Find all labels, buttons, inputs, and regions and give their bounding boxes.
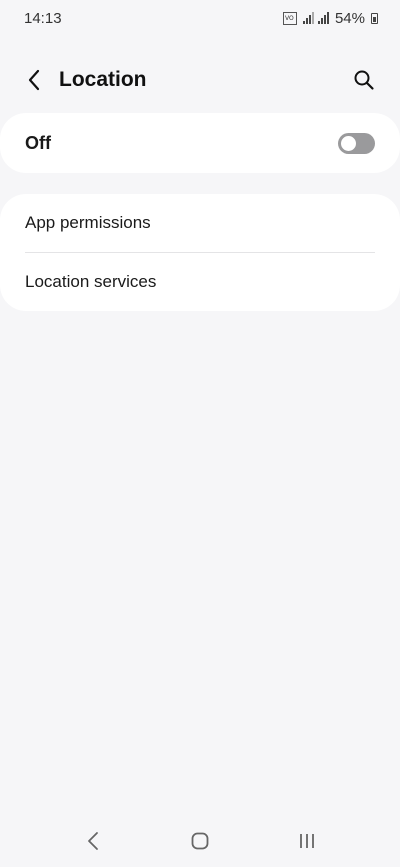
page-title: Location: [59, 68, 147, 91]
app-permissions-item[interactable]: App permissions: [0, 194, 400, 252]
battery-icon: [371, 12, 378, 24]
location-toggle[interactable]: [338, 132, 375, 154]
search-icon: [354, 70, 374, 90]
list-item-label: Location services: [25, 272, 157, 291]
status-bar: 14:13 VO 54%: [0, 0, 400, 36]
signal-icon-1: [302, 12, 314, 24]
recents-icon: [299, 834, 314, 848]
toggle-knob: [341, 135, 356, 151]
app-header: Location: [0, 56, 400, 104]
volte-icon: VO: [282, 11, 297, 25]
settings-list-card: App permissions Location services: [0, 194, 400, 311]
search-button[interactable]: [348, 64, 380, 96]
nav-home-button[interactable]: [176, 821, 224, 861]
status-time: 14:13: [24, 9, 62, 27]
status-icons: VO 54%: [282, 9, 378, 27]
battery-percentage: 54%: [334, 9, 365, 27]
location-services-item[interactable]: Location services: [0, 253, 400, 311]
list-item-label: App permissions: [25, 213, 151, 232]
chevron-left-icon: [28, 69, 40, 91]
master-switch-label: Off: [25, 132, 51, 153]
signal-icon-2: [317, 12, 329, 24]
nav-back-button[interactable]: [69, 821, 117, 861]
back-icon: [88, 832, 99, 850]
home-icon: [191, 832, 209, 850]
back-button[interactable]: [18, 64, 50, 96]
location-master-switch-card[interactable]: Off: [0, 113, 400, 173]
system-nav-bar: [0, 815, 400, 867]
svg-text:VO: VO: [285, 15, 294, 22]
nav-recents-button[interactable]: [283, 821, 331, 861]
